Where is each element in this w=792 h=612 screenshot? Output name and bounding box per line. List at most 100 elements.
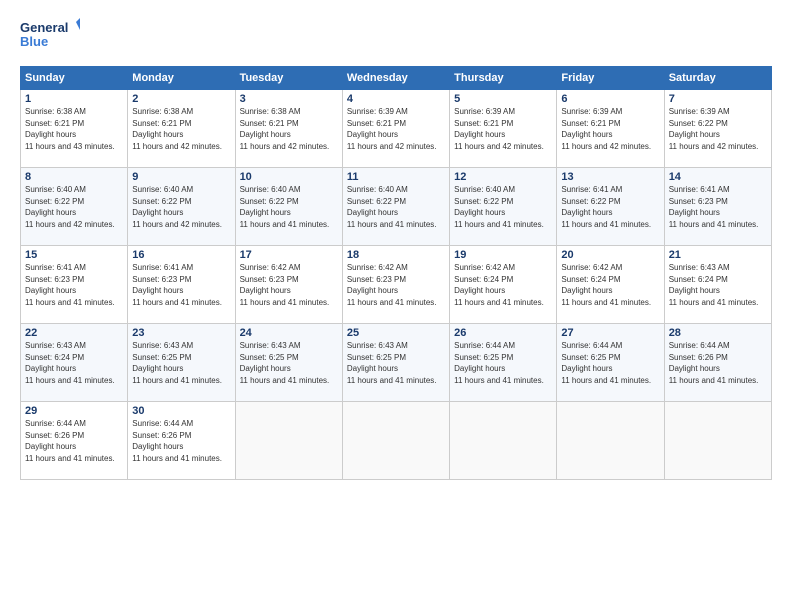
day-number: 22 <box>25 327 123 339</box>
calendar-cell: 28Sunrise: 6:44 AMSunset: 6:26 PMDayligh… <box>664 324 771 402</box>
day-number: 14 <box>669 171 767 183</box>
day-info: Sunrise: 6:41 AMSunset: 6:23 PMDaylight … <box>669 184 767 230</box>
day-info: Sunrise: 6:42 AMSunset: 6:23 PMDaylight … <box>347 262 445 308</box>
day-info: Sunrise: 6:40 AMSunset: 6:22 PMDaylight … <box>240 184 338 230</box>
calendar-cell: 1Sunrise: 6:38 AMSunset: 6:21 PMDaylight… <box>21 90 128 168</box>
weekday-header-friday: Friday <box>557 67 664 90</box>
calendar-cell: 16Sunrise: 6:41 AMSunset: 6:23 PMDayligh… <box>128 246 235 324</box>
day-info: Sunrise: 6:39 AMSunset: 6:22 PMDaylight … <box>669 106 767 152</box>
calendar-cell: 9Sunrise: 6:40 AMSunset: 6:22 PMDaylight… <box>128 168 235 246</box>
day-info: Sunrise: 6:42 AMSunset: 6:24 PMDaylight … <box>561 262 659 308</box>
day-info: Sunrise: 6:41 AMSunset: 6:22 PMDaylight … <box>561 184 659 230</box>
day-number: 11 <box>347 171 445 183</box>
day-info: Sunrise: 6:43 AMSunset: 6:24 PMDaylight … <box>669 262 767 308</box>
day-info: Sunrise: 6:42 AMSunset: 6:24 PMDaylight … <box>454 262 552 308</box>
day-info: Sunrise: 6:40 AMSunset: 6:22 PMDaylight … <box>347 184 445 230</box>
day-info: Sunrise: 6:40 AMSunset: 6:22 PMDaylight … <box>454 184 552 230</box>
calendar-week-2: 8Sunrise: 6:40 AMSunset: 6:22 PMDaylight… <box>21 168 772 246</box>
day-number: 4 <box>347 93 445 105</box>
weekday-header-monday: Monday <box>128 67 235 90</box>
svg-text:General: General <box>20 20 68 35</box>
calendar-cell: 21Sunrise: 6:43 AMSunset: 6:24 PMDayligh… <box>664 246 771 324</box>
calendar-cell <box>664 402 771 480</box>
weekday-header-saturday: Saturday <box>664 67 771 90</box>
day-number: 5 <box>454 93 552 105</box>
calendar-cell <box>450 402 557 480</box>
page: General Blue SundayMondayTuesdayWednesda… <box>0 0 792 612</box>
day-info: Sunrise: 6:40 AMSunset: 6:22 PMDaylight … <box>25 184 123 230</box>
day-number: 28 <box>669 327 767 339</box>
calendar-week-5: 29Sunrise: 6:44 AMSunset: 6:26 PMDayligh… <box>21 402 772 480</box>
day-info: Sunrise: 6:38 AMSunset: 6:21 PMDaylight … <box>240 106 338 152</box>
calendar-cell: 22Sunrise: 6:43 AMSunset: 6:24 PMDayligh… <box>21 324 128 402</box>
day-info: Sunrise: 6:40 AMSunset: 6:22 PMDaylight … <box>132 184 230 230</box>
calendar-cell: 12Sunrise: 6:40 AMSunset: 6:22 PMDayligh… <box>450 168 557 246</box>
calendar-cell: 5Sunrise: 6:39 AMSunset: 6:21 PMDaylight… <box>450 90 557 168</box>
day-number: 27 <box>561 327 659 339</box>
day-info: Sunrise: 6:44 AMSunset: 6:25 PMDaylight … <box>454 340 552 386</box>
calendar-cell <box>557 402 664 480</box>
calendar-cell: 13Sunrise: 6:41 AMSunset: 6:22 PMDayligh… <box>557 168 664 246</box>
calendar-cell: 30Sunrise: 6:44 AMSunset: 6:26 PMDayligh… <box>128 402 235 480</box>
day-info: Sunrise: 6:39 AMSunset: 6:21 PMDaylight … <box>561 106 659 152</box>
day-info: Sunrise: 6:44 AMSunset: 6:26 PMDaylight … <box>669 340 767 386</box>
calendar-cell: 7Sunrise: 6:39 AMSunset: 6:22 PMDaylight… <box>664 90 771 168</box>
day-info: Sunrise: 6:44 AMSunset: 6:25 PMDaylight … <box>561 340 659 386</box>
day-info: Sunrise: 6:42 AMSunset: 6:23 PMDaylight … <box>240 262 338 308</box>
day-info: Sunrise: 6:43 AMSunset: 6:25 PMDaylight … <box>132 340 230 386</box>
day-info: Sunrise: 6:43 AMSunset: 6:25 PMDaylight … <box>347 340 445 386</box>
calendar-cell: 10Sunrise: 6:40 AMSunset: 6:22 PMDayligh… <box>235 168 342 246</box>
calendar-cell: 6Sunrise: 6:39 AMSunset: 6:21 PMDaylight… <box>557 90 664 168</box>
header: General Blue <box>20 16 772 56</box>
day-number: 1 <box>25 93 123 105</box>
weekday-header-sunday: Sunday <box>21 67 128 90</box>
day-number: 20 <box>561 249 659 261</box>
day-info: Sunrise: 6:43 AMSunset: 6:25 PMDaylight … <box>240 340 338 386</box>
day-number: 18 <box>347 249 445 261</box>
day-number: 29 <box>25 405 123 417</box>
day-number: 3 <box>240 93 338 105</box>
calendar-cell: 14Sunrise: 6:41 AMSunset: 6:23 PMDayligh… <box>664 168 771 246</box>
day-number: 17 <box>240 249 338 261</box>
day-number: 2 <box>132 93 230 105</box>
weekday-header-row: SundayMondayTuesdayWednesdayThursdayFrid… <box>21 67 772 90</box>
day-info: Sunrise: 6:39 AMSunset: 6:21 PMDaylight … <box>454 106 552 152</box>
day-info: Sunrise: 6:41 AMSunset: 6:23 PMDaylight … <box>132 262 230 308</box>
day-info: Sunrise: 6:38 AMSunset: 6:21 PMDaylight … <box>132 106 230 152</box>
day-number: 9 <box>132 171 230 183</box>
calendar-cell: 23Sunrise: 6:43 AMSunset: 6:25 PMDayligh… <box>128 324 235 402</box>
logo: General Blue <box>20 16 80 56</box>
day-number: 7 <box>669 93 767 105</box>
day-info: Sunrise: 6:43 AMSunset: 6:24 PMDaylight … <box>25 340 123 386</box>
calendar-cell: 20Sunrise: 6:42 AMSunset: 6:24 PMDayligh… <box>557 246 664 324</box>
day-info: Sunrise: 6:41 AMSunset: 6:23 PMDaylight … <box>25 262 123 308</box>
calendar-cell: 11Sunrise: 6:40 AMSunset: 6:22 PMDayligh… <box>342 168 449 246</box>
calendar-cell: 24Sunrise: 6:43 AMSunset: 6:25 PMDayligh… <box>235 324 342 402</box>
calendar-cell: 3Sunrise: 6:38 AMSunset: 6:21 PMDaylight… <box>235 90 342 168</box>
calendar-table: SundayMondayTuesdayWednesdayThursdayFrid… <box>20 66 772 480</box>
day-number: 13 <box>561 171 659 183</box>
logo-icon: General Blue <box>20 16 80 56</box>
calendar-week-3: 15Sunrise: 6:41 AMSunset: 6:23 PMDayligh… <box>21 246 772 324</box>
calendar-cell <box>342 402 449 480</box>
day-number: 10 <box>240 171 338 183</box>
svg-text:Blue: Blue <box>20 34 48 49</box>
day-number: 25 <box>347 327 445 339</box>
day-number: 19 <box>454 249 552 261</box>
calendar-cell: 19Sunrise: 6:42 AMSunset: 6:24 PMDayligh… <box>450 246 557 324</box>
day-number: 21 <box>669 249 767 261</box>
calendar-cell: 29Sunrise: 6:44 AMSunset: 6:26 PMDayligh… <box>21 402 128 480</box>
calendar-cell: 25Sunrise: 6:43 AMSunset: 6:25 PMDayligh… <box>342 324 449 402</box>
day-number: 8 <box>25 171 123 183</box>
day-number: 24 <box>240 327 338 339</box>
calendar-cell: 15Sunrise: 6:41 AMSunset: 6:23 PMDayligh… <box>21 246 128 324</box>
day-info: Sunrise: 6:38 AMSunset: 6:21 PMDaylight … <box>25 106 123 152</box>
calendar-cell <box>235 402 342 480</box>
weekday-header-tuesday: Tuesday <box>235 67 342 90</box>
calendar-week-1: 1Sunrise: 6:38 AMSunset: 6:21 PMDaylight… <box>21 90 772 168</box>
day-number: 6 <box>561 93 659 105</box>
day-info: Sunrise: 6:44 AMSunset: 6:26 PMDaylight … <box>25 418 123 464</box>
day-info: Sunrise: 6:44 AMSunset: 6:26 PMDaylight … <box>132 418 230 464</box>
calendar-cell: 26Sunrise: 6:44 AMSunset: 6:25 PMDayligh… <box>450 324 557 402</box>
day-info: Sunrise: 6:39 AMSunset: 6:21 PMDaylight … <box>347 106 445 152</box>
